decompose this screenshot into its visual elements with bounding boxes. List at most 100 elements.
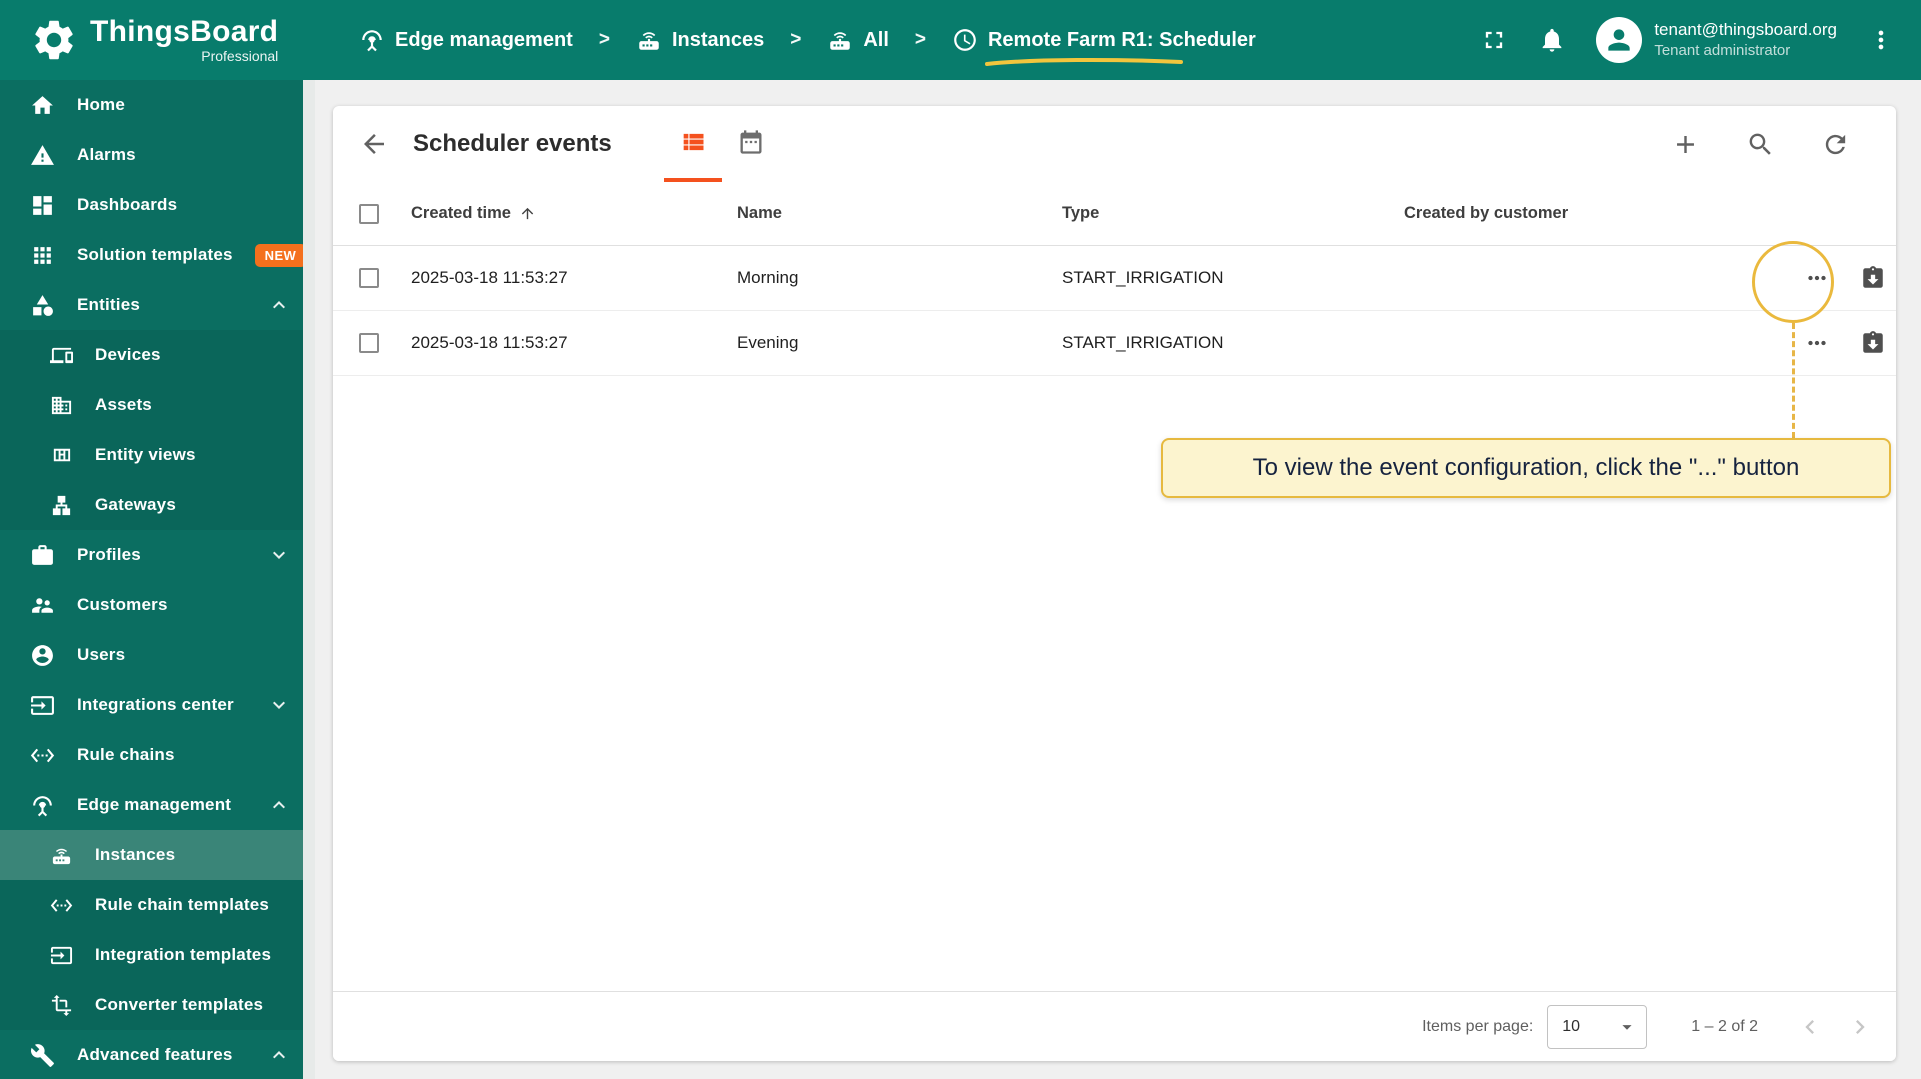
app-bar: ThingsBoard Professional Edge management… <box>0 0 1921 80</box>
sort-ascending-icon[interactable] <box>519 205 536 222</box>
wrench-icon <box>30 1043 55 1068</box>
add-event-button[interactable] <box>1671 130 1700 159</box>
sidebar-item-dashboards[interactable]: Dashboards <box>0 180 303 230</box>
chevron-down-icon <box>267 543 291 567</box>
breadcrumb-item-scheduler[interactable]: Remote Farm R1: Scheduler <box>952 27 1256 66</box>
sidebar-item-label: Devices <box>95 345 161 364</box>
items-per-page-label: Items per page: <box>1422 1017 1534 1035</box>
row-events-clipboard-button[interactable] <box>1860 265 1886 291</box>
sidebar-item-devices[interactable]: Devices <box>0 330 303 380</box>
cell-type: START_IRRIGATION <box>1062 333 1224 352</box>
sidebar-item-home[interactable]: Home <box>0 80 303 130</box>
annotation-underline <box>984 57 1183 66</box>
sidebar-item-label: Home <box>77 95 126 114</box>
sidebar-item-entity-views[interactable]: Entity views <box>0 430 303 480</box>
briefcase-icon <box>30 543 55 568</box>
notifications-bell-button[interactable] <box>1538 26 1566 54</box>
refresh-button[interactable] <box>1821 130 1850 159</box>
sidebar-item-advanced-features[interactable]: Advanced features <box>0 1030 303 1079</box>
input-icon <box>30 693 55 718</box>
category-icon <box>30 293 55 318</box>
router-icon <box>636 27 662 53</box>
breadcrumb-label: Remote Farm R1: Scheduler <box>987 28 1256 51</box>
breadcrumb-label: Edge management <box>395 28 573 51</box>
home-icon <box>30 93 55 118</box>
pagination-range: 1 – 2 of 2 <box>1691 1017 1758 1035</box>
toolbar-actions <box>1671 130 1866 159</box>
row-more-actions-button[interactable] <box>1804 265 1830 291</box>
sidebar-item-label: Customers <box>77 595 168 614</box>
cell-created-time: 2025-03-18 11:53:27 <box>411 333 568 352</box>
ethernet-icon <box>30 743 55 768</box>
cell-created-time: 2025-03-18 11:53:27 <box>411 268 568 287</box>
ethernet-icon <box>50 894 73 917</box>
previous-page-button[interactable] <box>1796 1013 1824 1041</box>
transform-icon <box>50 994 73 1017</box>
row-checkbox[interactable] <box>359 333 379 353</box>
sidebar-item-instances[interactable]: Instances <box>0 830 303 880</box>
search-button[interactable] <box>1746 130 1775 159</box>
antenna-icon <box>30 793 55 818</box>
sidebar-item-customers[interactable]: Customers <box>0 580 303 630</box>
next-page-button[interactable] <box>1846 1013 1874 1041</box>
sidebar-item-label: Rule chains <box>77 745 175 764</box>
input-icon <box>50 944 73 967</box>
list-view-tab[interactable] <box>663 106 722 182</box>
main-content: Scheduler events Created time Name Type … <box>315 80 1921 1079</box>
apps-icon <box>30 243 55 268</box>
sidebar-item-alarms[interactable]: Alarms <box>0 130 303 180</box>
back-button[interactable] <box>359 129 389 159</box>
sidebar-item-edge-management[interactable]: Edge management <box>0 780 303 830</box>
column-header-type[interactable]: Type <box>1062 204 1404 223</box>
select-all-checkbox[interactable] <box>359 203 379 224</box>
page-title: Scheduler events <box>413 130 612 157</box>
user-avatar[interactable] <box>1596 17 1643 63</box>
breadcrumb-item-all[interactable]: All <box>827 27 889 53</box>
sidebar-item-solution-templates[interactable]: Solution templates NEW <box>0 230 303 280</box>
fullscreen-button[interactable] <box>1480 26 1508 54</box>
items-per-page-select[interactable]: 10 <box>1547 1004 1648 1049</box>
table-row[interactable]: 2025-03-18 11:53:27 Morning START_IRRIGA… <box>333 246 1896 311</box>
cell-name: Morning <box>737 268 799 287</box>
sidebar-item-rule-chains[interactable]: Rule chains <box>0 730 303 780</box>
sidebar-item-converter-templates[interactable]: Converter templates <box>0 980 303 1030</box>
sidebar-item-profiles[interactable]: Profiles <box>0 530 303 580</box>
chevron-up-icon <box>267 293 291 317</box>
sidebar-item-users[interactable]: Users <box>0 630 303 680</box>
column-header-created-time[interactable]: Created time <box>411 204 511 223</box>
user-info: tenant@thingsboard.org Tenant administra… <box>1654 19 1837 61</box>
calendar-view-tab[interactable] <box>722 106 780 182</box>
more-menu-button[interactable] <box>1867 26 1895 54</box>
sidebar-item-assets[interactable]: Assets <box>0 380 303 430</box>
table-row[interactable]: 2025-03-18 11:53:27 Evening START_IRRIGA… <box>333 311 1896 376</box>
row-checkbox[interactable] <box>359 268 379 288</box>
sidebar-scrollbar[interactable] <box>303 80 315 1079</box>
sidebar-item-label: Integrations center <box>77 695 234 714</box>
sidebar-item-integrations-center[interactable]: Integrations center <box>0 680 303 730</box>
chevron-up-icon <box>267 1043 291 1067</box>
sidebar-item-label: Dashboards <box>77 195 178 214</box>
dashboards-icon <box>30 193 55 218</box>
column-header-created-by-customer[interactable]: Created by customer <box>1404 204 1746 223</box>
breadcrumb-label: All <box>863 28 889 51</box>
row-events-clipboard-button[interactable] <box>1860 330 1886 356</box>
sidebar-item-label: Converter templates <box>95 995 264 1014</box>
table-header-row: Created time Name Type Created by custom… <box>333 182 1896 246</box>
card-toolbar: Scheduler events <box>333 106 1896 182</box>
breadcrumb-item-edge-management[interactable]: Edge management <box>359 27 573 53</box>
sidebar-item-gateways[interactable]: Gateways <box>0 480 303 530</box>
breadcrumb-item-instances[interactable]: Instances <box>636 27 764 53</box>
column-header-name[interactable]: Name <box>737 204 1062 223</box>
row-more-actions-button[interactable] <box>1804 330 1830 356</box>
view-toggle <box>663 106 780 182</box>
sidebar-item-integration-templates[interactable]: Integration templates <box>0 930 303 980</box>
cell-name: Evening <box>737 333 799 352</box>
cell-type: START_IRRIGATION <box>1062 268 1224 287</box>
sidebar-item-rule-chain-templates[interactable]: Rule chain templates <box>0 880 303 930</box>
sidebar-item-entities[interactable]: Entities <box>0 280 303 330</box>
sidebar-item-label: Edge management <box>77 795 232 814</box>
sidebar-item-label: Entities <box>77 295 141 314</box>
sidebar-item-label: Users <box>77 645 126 664</box>
app-logo[interactable]: ThingsBoard Professional <box>0 16 315 64</box>
sidebar-item-label: Entity views <box>95 445 196 464</box>
